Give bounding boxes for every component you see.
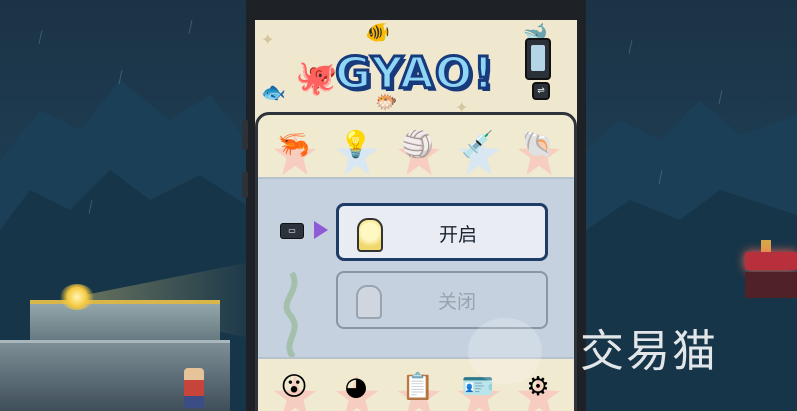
unlit-bulb-icon (356, 285, 382, 319)
boat-spotlight (60, 284, 94, 310)
tab-pacman[interactable]: ◕ (334, 365, 378, 411)
pacman-icon: ◕ (344, 372, 368, 402)
sailor-character (184, 368, 204, 408)
option-on-label: 开启 (439, 224, 478, 246)
gear-icon: ⚙ (526, 372, 550, 402)
tab-lightbulb[interactable]: 💡 (334, 123, 378, 175)
tab-shrimp[interactable]: 🦐 (272, 123, 316, 175)
tab-beachball[interactable]: 🏐 (396, 123, 440, 175)
doodle-fish-icon: 🐟 (261, 80, 286, 104)
seaweed-icon (283, 271, 298, 357)
doodle-star-icon: ✦ (261, 30, 275, 49)
snail-icon: 🐚 (521, 130, 555, 160)
doodle-octopus-icon: 🐙 (295, 58, 338, 98)
title-header: 🐙 🐟 🐠 🐋 ✦ ✦ 🐡 GYAO! ⇌ (255, 20, 577, 120)
watermark-cat-logo (468, 318, 542, 384)
device-side-button (242, 120, 248, 150)
game-logo: GYAO! (333, 47, 495, 101)
keyboard-key-icon: ▭ (280, 223, 304, 239)
lightbulb-icon: 💡 (339, 130, 373, 160)
category-tabs-top: 🦐 💡 🏐 💉 🐚 (258, 115, 574, 177)
syringe-icon: 💉 (461, 130, 495, 160)
beachball-icon: 🏐 (401, 130, 435, 160)
distant-boat (745, 240, 797, 300)
document-icon[interactable] (525, 38, 551, 80)
face-icon: 😮 (280, 372, 308, 402)
watermark-text: 交易猫 (580, 326, 718, 377)
selection-cursor-icon (314, 221, 328, 239)
clipboard-icon: 📋 (401, 372, 435, 402)
device-side-button (242, 172, 248, 198)
doodle-fish-icon: 🐠 (365, 20, 390, 44)
swap-icon[interactable]: ⇌ (532, 82, 550, 100)
tab-clipboard[interactable]: 📋 (396, 365, 440, 411)
option-on-button[interactable]: 开启 (336, 203, 548, 261)
tab-snail[interactable]: 🐚 (516, 123, 560, 175)
lit-bulb-icon (357, 218, 383, 252)
tab-syringe[interactable]: 💉 (456, 123, 500, 175)
shrimp-icon: 🦐 (277, 130, 311, 160)
tab-face[interactable]: 😮 (272, 365, 316, 411)
option-off-label: 关闭 (438, 291, 477, 313)
